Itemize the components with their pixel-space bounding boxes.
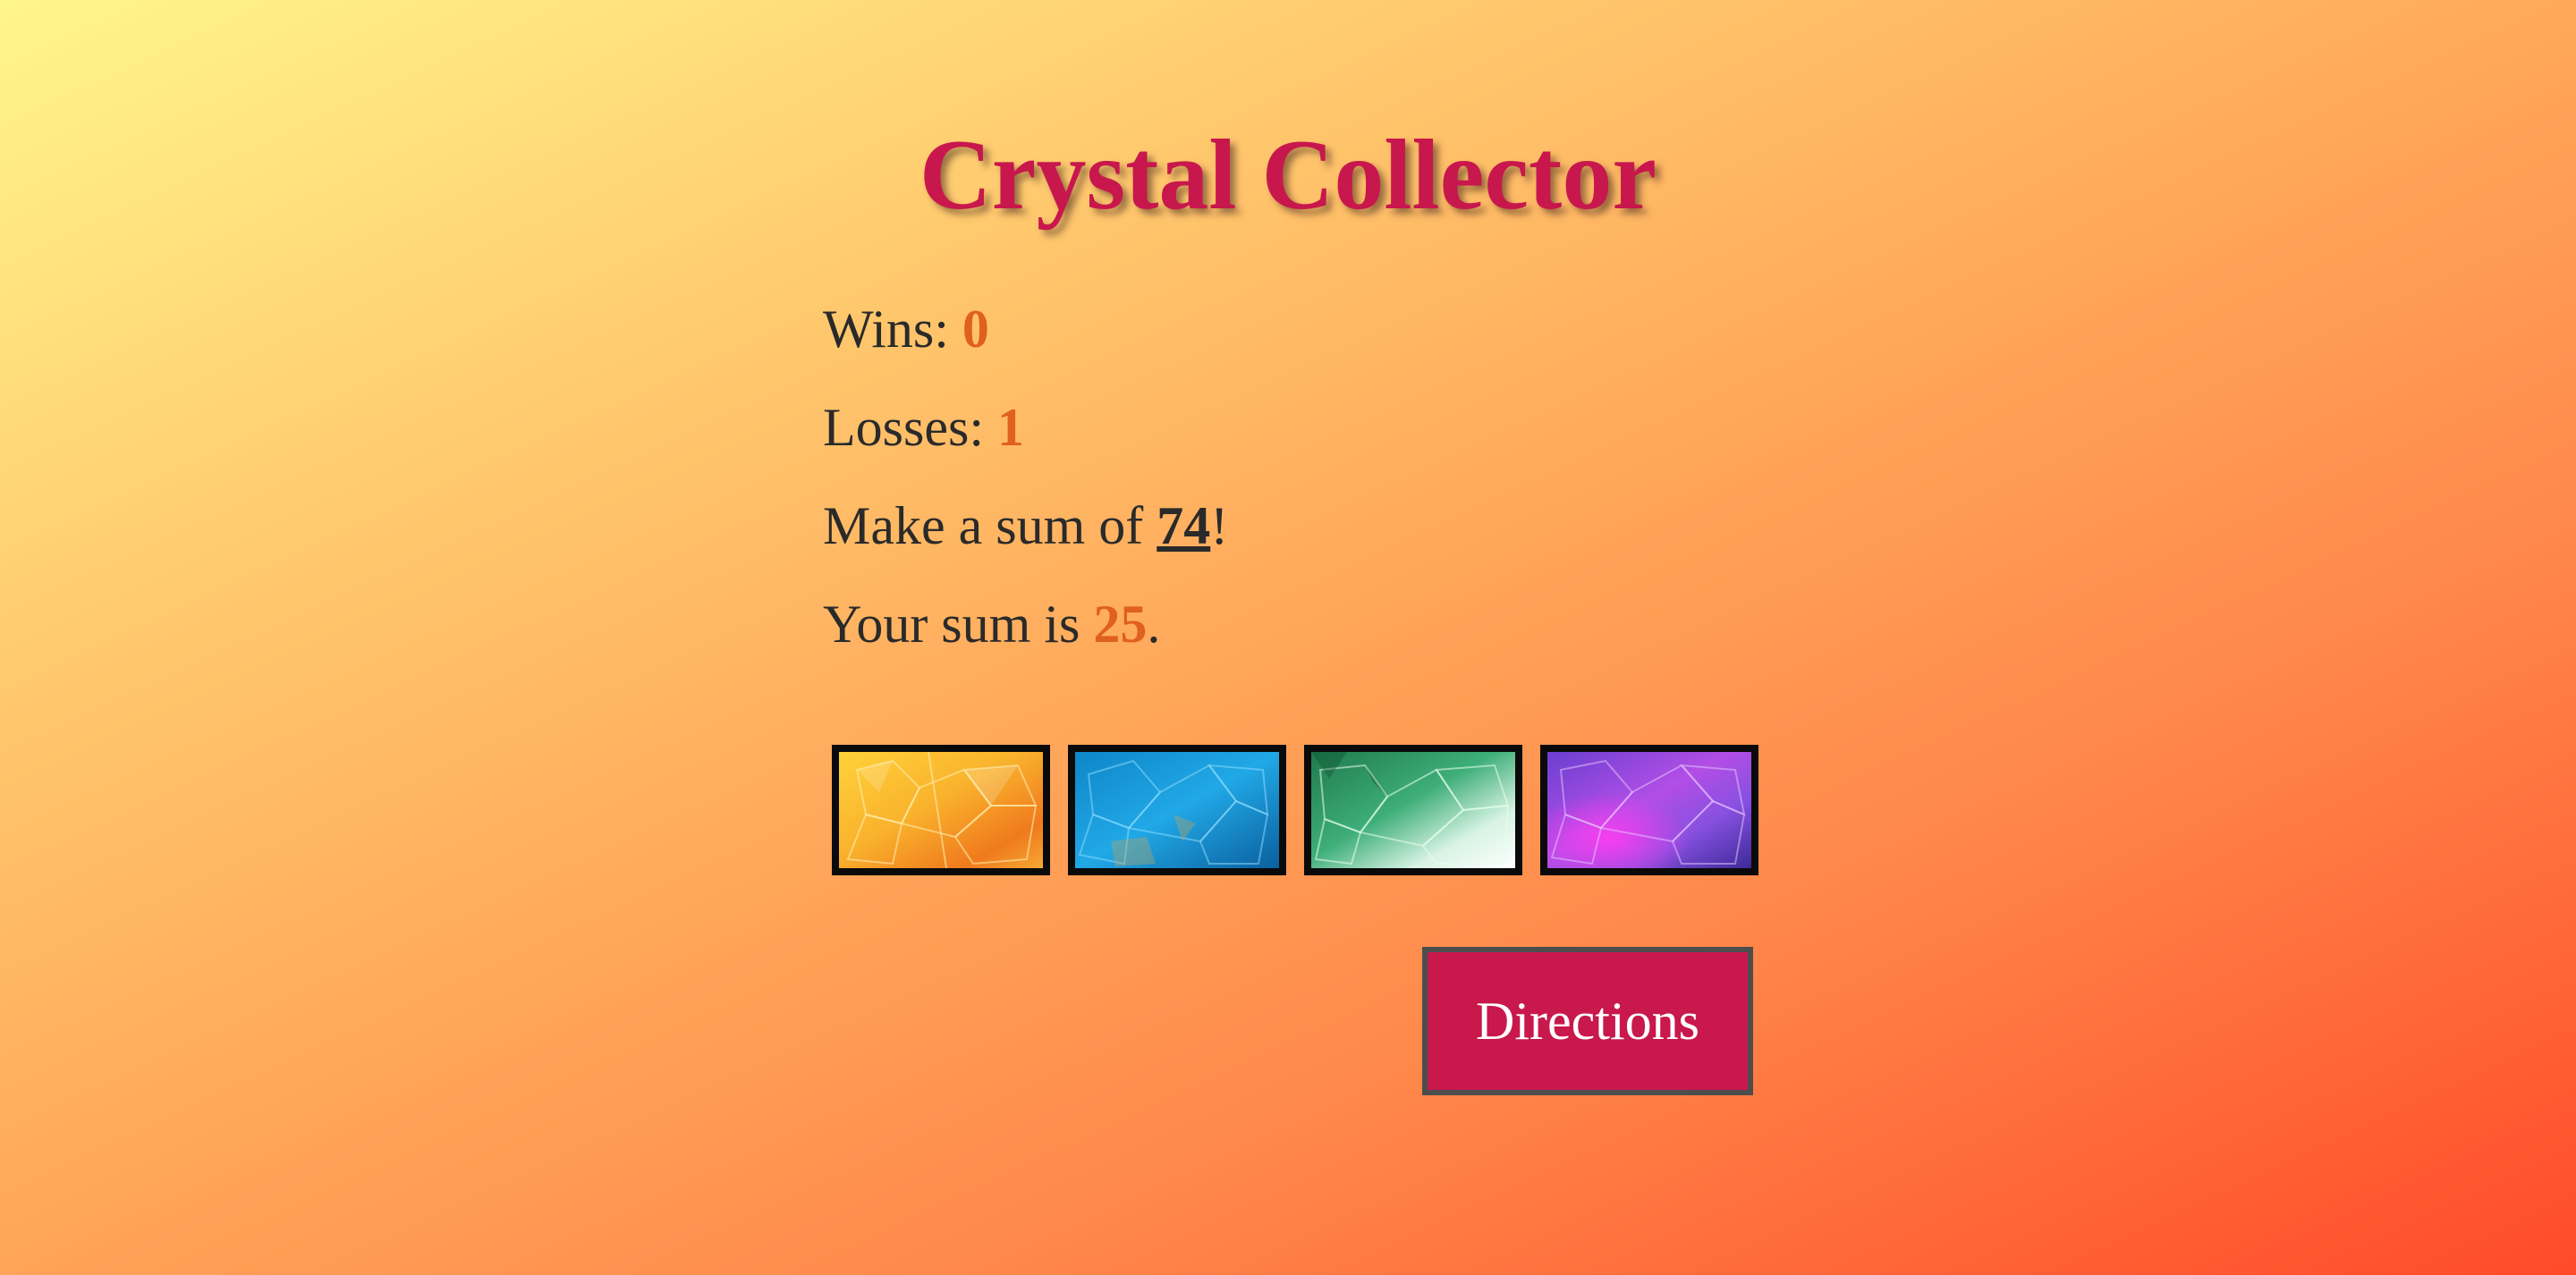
blue-crystal-button[interactable] (1068, 745, 1286, 875)
sum-value: 25 (1093, 595, 1148, 654)
target-number: 74 (1157, 496, 1211, 555)
target-prefix: Make a sum of (823, 496, 1157, 555)
losses-value: 1 (997, 398, 1024, 457)
wins-label: Wins: (823, 300, 962, 359)
green-crystal-button[interactable] (1304, 745, 1522, 875)
sum-prefix: Your sum is (823, 595, 1094, 654)
score-panel: Wins: 0 Losses: 1 Make a sum of 74! Your… (823, 302, 1228, 696)
purple-crystal-image (1547, 752, 1751, 868)
crystal-row (832, 745, 1758, 875)
losses-row: Losses: 1 (823, 401, 1228, 499)
purple-crystal-button[interactable] (1540, 745, 1758, 875)
target-suffix: ! (1210, 496, 1229, 555)
directions-button[interactable]: Directions (1422, 947, 1753, 1095)
wins-row: Wins: 0 (823, 302, 1228, 401)
orange-crystal-image (839, 752, 1043, 868)
sum-suffix: . (1147, 595, 1161, 654)
orange-crystal-button[interactable] (832, 745, 1050, 875)
losses-label: Losses: (823, 398, 997, 457)
wins-value: 0 (962, 300, 989, 359)
sum-row: Your sum is 25. (823, 597, 1228, 696)
game-title: Crystal Collector (919, 120, 1657, 231)
target-row: Make a sum of 74! (823, 499, 1228, 597)
green-crystal-image (1311, 752, 1515, 868)
blue-crystal-image (1075, 752, 1279, 868)
